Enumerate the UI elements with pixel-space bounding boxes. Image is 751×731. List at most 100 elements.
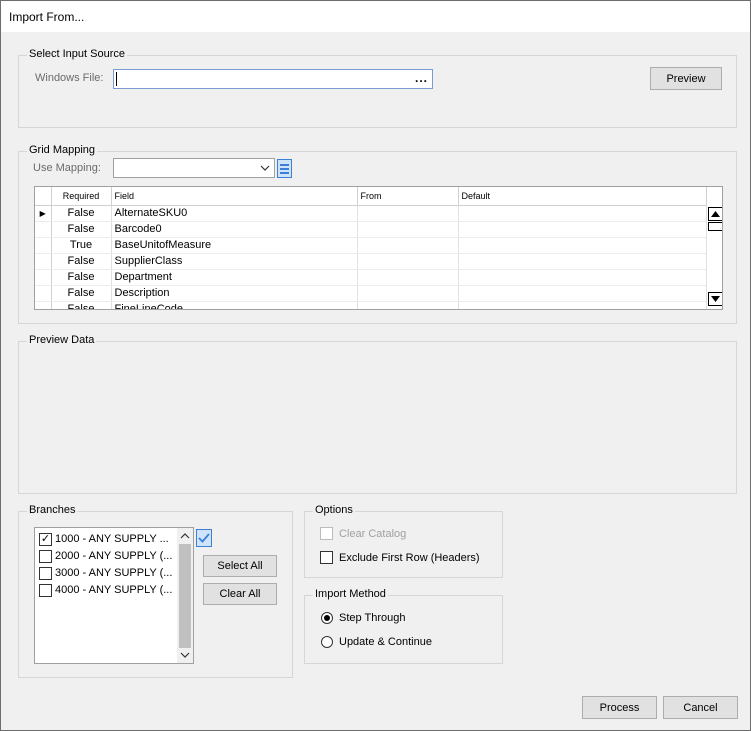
- scroll-down-button[interactable]: [708, 292, 722, 306]
- branches-list-scrollbar[interactable]: [177, 528, 193, 663]
- cancel-button[interactable]: Cancel: [663, 696, 738, 719]
- chevron-up-icon[interactable]: [177, 530, 193, 542]
- use-mapping-dropdown[interactable]: [113, 158, 275, 178]
- table-row[interactable]: False FineLineCode: [35, 301, 707, 309]
- default-cell[interactable]: [458, 221, 707, 238]
- step-through-option[interactable]: Step Through: [321, 612, 405, 624]
- list-item[interactable]: 4000 - ANY SUPPLY (...: [39, 582, 172, 598]
- default-cell[interactable]: [458, 205, 707, 222]
- scroll-up-button[interactable]: [708, 207, 722, 221]
- update-continue-option[interactable]: Update & Continue: [321, 636, 432, 648]
- select-all-button[interactable]: Select All: [203, 555, 277, 577]
- default-cell[interactable]: [458, 301, 707, 309]
- table-row[interactable]: False Description: [35, 285, 707, 302]
- windows-file-input[interactable]: ...: [113, 69, 433, 89]
- preview-button[interactable]: Preview: [650, 67, 722, 90]
- table-row[interactable]: True BaseUnitofMeasure: [35, 237, 707, 254]
- mapping-menu-icon[interactable]: [277, 159, 292, 178]
- list-scroll-thumb[interactable]: [179, 544, 191, 648]
- branch-checkbox[interactable]: [39, 566, 52, 580]
- clear-all-button[interactable]: Clear All: [203, 583, 277, 605]
- branches-group-label: Branches: [27, 504, 78, 516]
- column-header-default[interactable]: Default: [458, 187, 707, 206]
- clear-catalog-option: Clear Catalog: [320, 527, 406, 540]
- field-cell: FineLineCode: [111, 301, 358, 309]
- field-cell: Barcode0: [111, 221, 358, 238]
- required-cell: True: [51, 237, 112, 254]
- list-item[interactable]: 2000 - ANY SUPPLY (...: [39, 548, 172, 564]
- field-cell: Description: [111, 285, 358, 302]
- grid-mapping-group: Grid Mapping Use Mapping: Required Field…: [18, 144, 737, 324]
- from-cell[interactable]: [357, 285, 459, 302]
- row-header: [35, 253, 52, 270]
- input-source-group: Select Input Source Windows File: ... Pr…: [18, 48, 737, 128]
- options-group: Options Clear Catalog Exclude First Row …: [304, 504, 503, 578]
- default-cell[interactable]: [458, 285, 707, 302]
- input-source-group-label: Select Input Source: [27, 48, 128, 60]
- process-button[interactable]: Process: [582, 696, 657, 719]
- default-cell[interactable]: [458, 253, 707, 270]
- windows-file-label: Windows File:: [35, 72, 104, 84]
- branch-checkbox[interactable]: ✓: [39, 532, 52, 546]
- branch-label: 2000 - ANY SUPPLY (...: [55, 550, 173, 562]
- chevron-down-icon[interactable]: [177, 649, 193, 661]
- field-cell: Department: [111, 269, 358, 286]
- exclude-first-row-label: Exclude First Row (Headers): [339, 551, 480, 564]
- default-cell[interactable]: [458, 237, 707, 254]
- table-row[interactable]: ▶ False AlternateSKU0: [35, 205, 707, 222]
- field-cell: AlternateSKU0: [111, 205, 358, 222]
- update-continue-radio[interactable]: [321, 636, 333, 648]
- mapping-table: Required Field From Default ▶ False Alte…: [35, 187, 707, 309]
- chevron-down-icon: [260, 165, 270, 171]
- mapping-header-row: Required Field From Default: [35, 187, 707, 206]
- field-cell: SupplierClass: [111, 253, 358, 270]
- branch-label: 1000 - ANY SUPPLY ...: [55, 533, 169, 545]
- table-row[interactable]: False Department: [35, 269, 707, 286]
- step-through-label: Step Through: [339, 612, 406, 624]
- row-header: [35, 301, 52, 309]
- exclude-first-row-option[interactable]: Exclude First Row (Headers): [320, 551, 480, 564]
- step-through-radio[interactable]: [321, 612, 333, 624]
- clear-catalog-checkbox: [320, 527, 333, 540]
- from-cell[interactable]: [357, 301, 459, 309]
- import-method-group: Import Method Step Through Update & Cont…: [304, 588, 503, 664]
- from-cell[interactable]: [357, 237, 459, 254]
- preview-data-group: Preview Data: [18, 334, 737, 494]
- from-cell[interactable]: [357, 269, 459, 286]
- grid-vertical-scrollbar[interactable]: [706, 205, 722, 309]
- branches-list[interactable]: ✓ 1000 - ANY SUPPLY ... 2000 - ANY SUPPL…: [34, 527, 194, 664]
- title-bar: Import From...: [1, 1, 750, 32]
- from-cell[interactable]: [357, 221, 459, 238]
- list-item[interactable]: 3000 - ANY SUPPLY (...: [39, 565, 172, 581]
- update-continue-label: Update & Continue: [339, 636, 432, 648]
- use-mapping-label: Use Mapping:: [33, 162, 101, 174]
- table-row[interactable]: False Barcode0: [35, 221, 707, 238]
- from-cell[interactable]: [357, 253, 459, 270]
- default-cell[interactable]: [458, 269, 707, 286]
- branch-checkbox[interactable]: [39, 549, 52, 563]
- required-cell: False: [51, 269, 112, 286]
- column-header-from[interactable]: From: [357, 187, 459, 206]
- exclude-first-row-checkbox[interactable]: [320, 551, 333, 564]
- required-cell: False: [51, 285, 112, 302]
- branch-checkbox[interactable]: [39, 583, 52, 597]
- row-header: [35, 221, 52, 238]
- column-header-field[interactable]: Field: [111, 187, 358, 206]
- options-group-label: Options: [313, 504, 355, 516]
- required-cell: False: [51, 205, 112, 222]
- list-item[interactable]: ✓ 1000 - ANY SUPPLY ...: [39, 531, 169, 547]
- import-dialog: Import From... Select Input Source Windo…: [0, 0, 751, 731]
- import-method-group-label: Import Method: [313, 588, 388, 600]
- current-row-indicator-icon: ▶: [35, 205, 52, 222]
- text-cursor: [116, 72, 117, 86]
- arrow-up-icon: [711, 211, 720, 217]
- from-cell[interactable]: [357, 205, 459, 222]
- table-row[interactable]: False SupplierClass: [35, 253, 707, 270]
- arrow-down-icon: [711, 296, 720, 302]
- grid-mapping-group-label: Grid Mapping: [27, 144, 98, 156]
- check-icon[interactable]: [196, 529, 212, 547]
- column-header-required[interactable]: Required: [51, 187, 112, 206]
- scroll-thumb[interactable]: [708, 222, 722, 231]
- row-header: [35, 237, 52, 254]
- browse-button[interactable]: ...: [415, 71, 428, 85]
